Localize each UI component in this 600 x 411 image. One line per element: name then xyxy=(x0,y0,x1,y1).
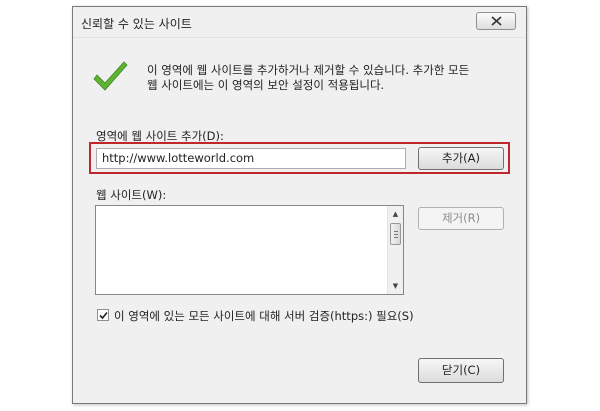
website-url-input[interactable]: http://www.lotteworld.com xyxy=(96,148,406,169)
title-bar[interactable]: 신뢰할 수 있는 사이트 xyxy=(73,7,526,38)
websites-label: 웹 사이트(W): xyxy=(96,188,167,202)
https-checkbox-label[interactable]: 이 영역에 있는 모든 사이트에 대해 서버 검증(https:) 필요(S) xyxy=(114,308,414,324)
close-icon xyxy=(491,16,502,26)
close-window-button[interactable] xyxy=(476,12,516,30)
websites-scrollbar[interactable]: ▲ ▼ xyxy=(387,206,403,294)
scroll-down-arrow-icon[interactable]: ▼ xyxy=(388,278,403,294)
remove-button[interactable]: 제거(R) xyxy=(418,207,504,230)
add-button[interactable]: 추가(A) xyxy=(418,147,504,170)
scroll-thumb[interactable] xyxy=(390,223,401,245)
checkmark-icon xyxy=(93,61,128,91)
websites-listbox[interactable]: ▲ ▼ xyxy=(95,205,404,295)
info-line-2: 웹 사이트에는 이 영역의 보안 설정이 적용됩니다. xyxy=(147,78,385,92)
https-checkbox[interactable] xyxy=(97,309,109,321)
trusted-sites-dialog: 신뢰할 수 있는 사이트 이 영역에 웹 사이트를 추가하거나 제거할 수 있습… xyxy=(72,6,527,404)
scroll-up-arrow-icon[interactable]: ▲ xyxy=(388,206,403,222)
info-text: 이 영역에 웹 사이트를 추가하거나 제거할 수 있습니다. 추가한 모든 웹 … xyxy=(147,63,517,93)
info-line-1: 이 영역에 웹 사이트를 추가하거나 제거할 수 있습니다. 추가한 모든 xyxy=(147,63,470,77)
close-button[interactable]: 닫기(C) xyxy=(418,358,504,383)
dialog-title: 신뢰할 수 있는 사이트 xyxy=(81,17,192,31)
checkbox-check-icon xyxy=(99,311,108,320)
